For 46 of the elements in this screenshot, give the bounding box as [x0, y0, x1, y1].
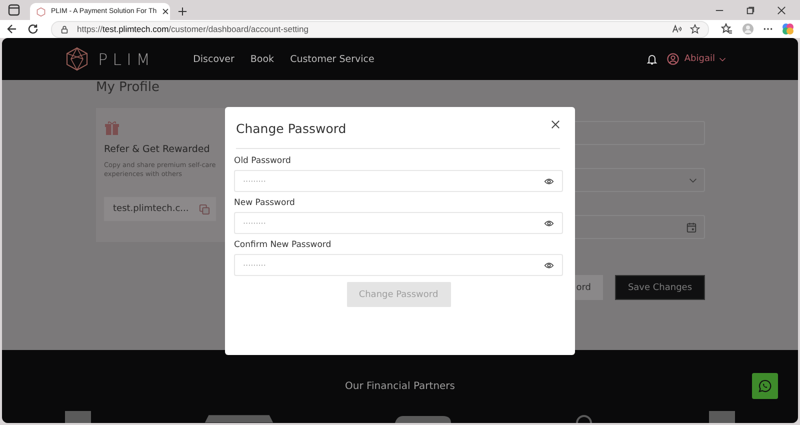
dialog-title: Change Password — [236, 121, 346, 136]
more-icon[interactable] — [763, 27, 773, 31]
eye-icon[interactable] — [544, 262, 554, 268]
field-label: Old Password — [234, 156, 292, 166]
address-field[interactable]: https://test.plimtech.com/customer/dashboard/account-setting — [51, 20, 709, 38]
whatsapp-button[interactable] — [752, 373, 778, 399]
favorites-icon[interactable] — [721, 23, 733, 35]
chevron-down-icon[interactable] — [689, 178, 697, 182]
user-name[interactable]: Abigail — [684, 54, 715, 64]
lock-icon — [60, 24, 69, 34]
logo-icon[interactable] — [65, 47, 89, 71]
card-title: Refer & Get Rewarded — [104, 144, 211, 155]
logo-text[interactable]: PLIM — [98, 50, 156, 68]
field-label: New Password — [234, 198, 296, 208]
page-heading: My Profile — [96, 80, 160, 96]
chat-icon[interactable] — [758, 379, 772, 393]
tab-actions-icon[interactable] — [8, 4, 20, 16]
gift-icon — [104, 120, 120, 136]
back-icon[interactable] — [6, 23, 18, 35]
close-icon[interactable] — [551, 120, 560, 129]
password-field[interactable]: ········· — [234, 170, 563, 192]
reload-icon[interactable] — [27, 23, 39, 35]
chevron-down-icon[interactable] — [719, 56, 726, 62]
user-icon[interactable] — [667, 53, 680, 65]
eye-icon[interactable] — [544, 220, 554, 226]
close-icon[interactable] — [777, 6, 786, 15]
nav-link[interactable]: Book — [250, 54, 274, 64]
referral-link-field[interactable]: test.plimtech.c... — [104, 197, 216, 221]
password-field[interactable]: ········· — [234, 254, 563, 276]
star-icon[interactable] — [690, 24, 700, 34]
password-field[interactable]: ········· — [234, 212, 563, 234]
save-button[interactable]: Save Changes — [615, 275, 705, 300]
eye-icon[interactable] — [544, 178, 554, 184]
new-tab-icon[interactable] — [178, 7, 187, 16]
partner-logo — [709, 411, 735, 423]
calendar-icon[interactable] — [686, 222, 697, 232]
close-icon[interactable] — [162, 8, 169, 15]
read-aloud-icon[interactable] — [672, 24, 682, 34]
partner-logo — [65, 411, 91, 423]
bell-icon[interactable] — [646, 53, 658, 65]
nav-link[interactable]: Discover — [193, 54, 234, 64]
field-label: Confirm New Password — [234, 240, 332, 250]
footer-heading: Our Financial Partners — [344, 381, 456, 392]
restore-icon[interactable] — [746, 6, 755, 15]
hexagon-icon — [36, 6, 46, 16]
nav-link[interactable]: Customer Service — [290, 54, 374, 64]
